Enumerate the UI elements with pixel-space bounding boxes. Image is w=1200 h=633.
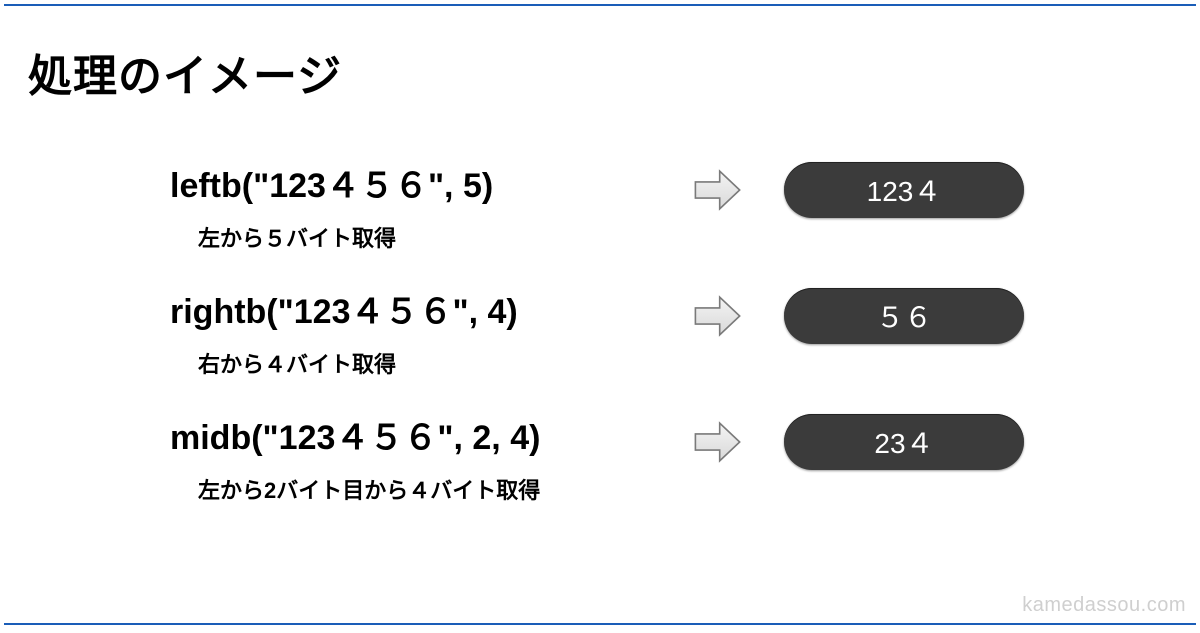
function-call: rightb("123４５６", 4) <box>170 284 680 333</box>
examples-list: leftb("123４５６", 5) 左から５バイト取得 123４ rightb… <box>170 150 1170 528</box>
result-text: ５６ <box>876 296 932 336</box>
result-pill: 23４ <box>784 414 1024 470</box>
result-text: 123４ <box>867 170 942 210</box>
arrow-right-icon <box>690 289 744 343</box>
result-pill: 123４ <box>784 162 1024 218</box>
result-pill: ５６ <box>784 288 1024 344</box>
top-rule <box>4 4 1196 6</box>
example-row: midb("123４５６", 2, 4) 左から2バイト目から４バイト取得 23… <box>170 402 1170 512</box>
function-description: 左から５バイト取得 <box>198 221 680 253</box>
function-call: midb("123４５６", 2, 4) <box>170 410 680 459</box>
function-call: leftb("123４５６", 5) <box>170 158 680 207</box>
bottom-rule <box>4 623 1196 625</box>
example-row: leftb("123４５６", 5) 左から５バイト取得 123４ <box>170 150 1170 260</box>
arrow-right-icon <box>690 163 744 217</box>
example-row: rightb("123４５６", 4) 右から４バイト取得 ５６ <box>170 276 1170 386</box>
arrow-right-icon <box>690 415 744 469</box>
page-title: 処理のイメージ <box>28 40 342 104</box>
function-block: leftb("123４５６", 5) 左から５バイト取得 <box>170 158 680 253</box>
watermark: kamedassou.com <box>1022 594 1186 617</box>
result-text: 23４ <box>874 422 933 462</box>
function-block: midb("123４５６", 2, 4) 左から2バイト目から４バイト取得 <box>170 410 680 505</box>
function-block: rightb("123４５６", 4) 右から４バイト取得 <box>170 284 680 379</box>
function-description: 左から2バイト目から４バイト取得 <box>198 473 680 505</box>
function-description: 右から４バイト取得 <box>198 347 680 379</box>
